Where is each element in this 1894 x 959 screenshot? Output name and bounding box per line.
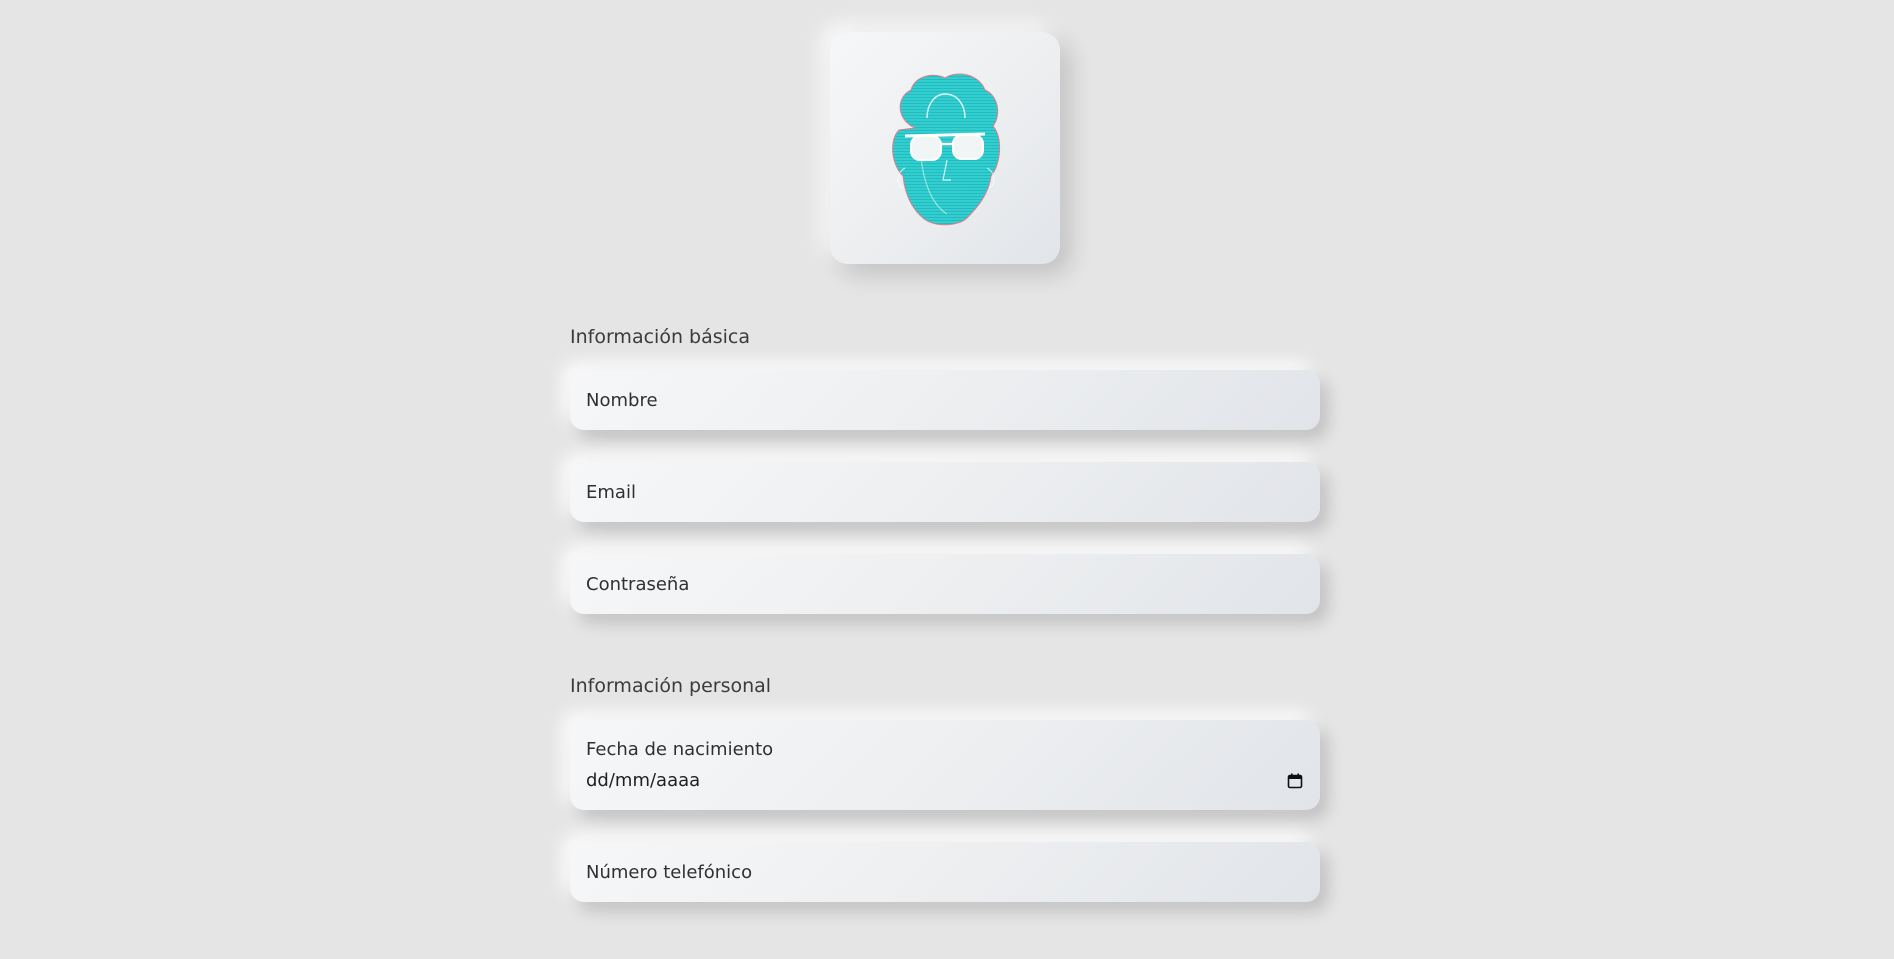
personal-info-heading: Información personal	[570, 675, 772, 697]
birthdate-input[interactable]: dd/mm/aaaa	[586, 770, 700, 791]
basic-info-heading: Información básica	[570, 326, 750, 348]
phone-field-label: Número telefónico	[586, 861, 753, 883]
email-field[interactable]: Email	[570, 462, 1320, 522]
password-field-label: Contraseña	[586, 573, 690, 595]
signup-page: Información básica Nombre Email Contrase…	[0, 0, 1894, 959]
face-with-glasses-icon	[892, 73, 1000, 226]
avatar-upload-card[interactable]	[830, 32, 1060, 264]
calendar-icon[interactable]	[1286, 772, 1304, 790]
name-field[interactable]: Nombre	[570, 370, 1320, 430]
email-field-label: Email	[586, 481, 636, 503]
birthdate-field-label: Fecha de nacimiento	[586, 739, 774, 760]
birthdate-input-row: dd/mm/aaaa	[586, 770, 1304, 791]
phone-field[interactable]: Número telefónico	[570, 842, 1320, 902]
name-field-label: Nombre	[586, 389, 658, 411]
birthdate-field[interactable]: Fecha de nacimiento dd/mm/aaaa	[570, 720, 1320, 810]
password-field[interactable]: Contraseña	[570, 554, 1320, 614]
